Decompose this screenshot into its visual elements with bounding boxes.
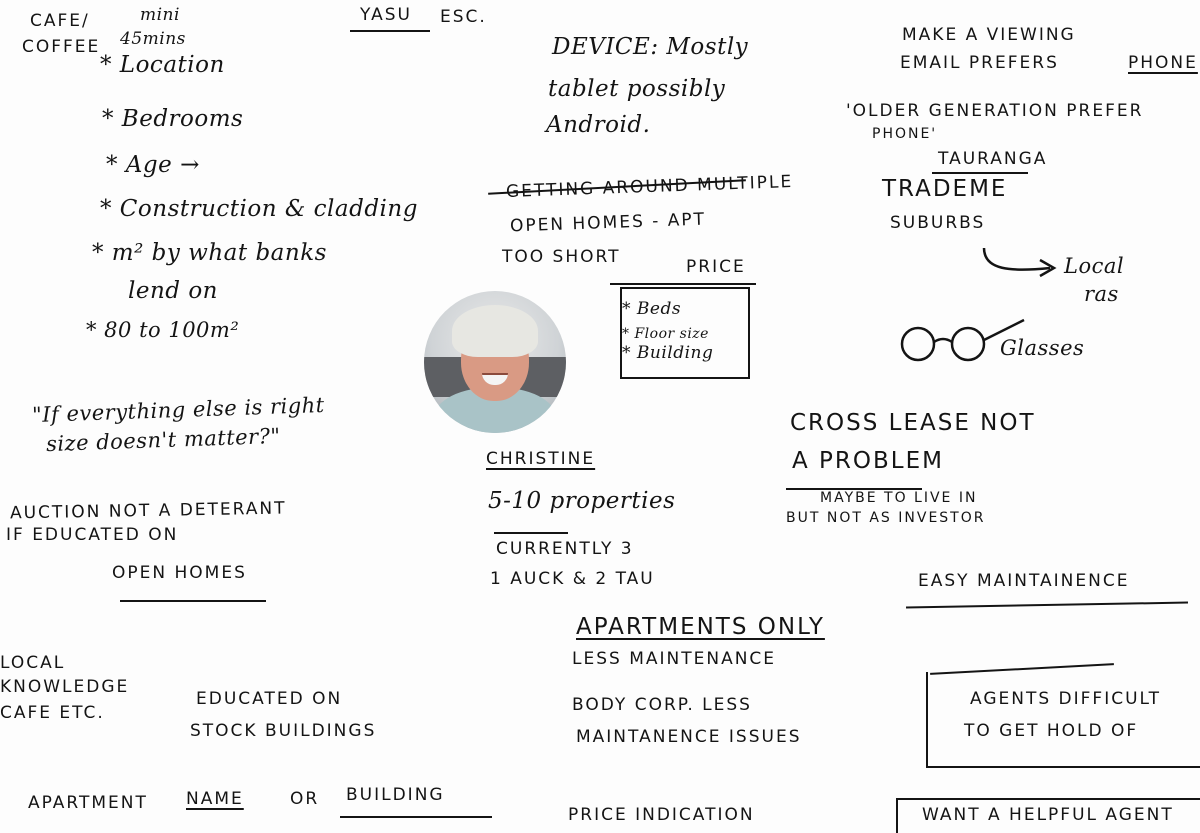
less-maintenance: LESS MAINTENANCE — [572, 649, 777, 669]
photo-hair — [452, 305, 538, 357]
priority-age: * Age → — [106, 152, 200, 178]
note-esc: esc. — [440, 7, 487, 27]
agents-box-top — [930, 663, 1114, 675]
educated-line-2: STOCK BUILDINGS — [190, 721, 377, 741]
whiteboard: CAFE/ mini COFFEE 45mins * Location * Be… — [0, 0, 1200, 833]
body-corp-line-1: BODY CORP. LESS — [572, 695, 752, 715]
note-yasu: YASU — [360, 5, 412, 25]
maybe-line-2: BUT NOT AS INVESTOR — [786, 510, 986, 526]
persona-name: Christine — [486, 449, 596, 469]
device-line-3: Android. — [546, 112, 651, 138]
local-line-2: KNOWLEDGE — [0, 677, 130, 697]
open-homes-label: OPEN HOMES — [112, 563, 247, 583]
note-coffee: COFFEE — [22, 37, 101, 57]
cross-lease-line-2: A PROBLEM — [792, 448, 944, 474]
device-line-2: tablet possibly — [548, 76, 726, 102]
local-line-1: LOCAL — [0, 653, 66, 673]
note-mini: mini — [140, 5, 180, 25]
easy-maintenance: EASY MAINTAINENCE — [918, 571, 1130, 591]
auction-line-1: AUCTION NOT A DETERANT — [9, 498, 287, 524]
easy-maintenance-rule — [906, 601, 1188, 609]
note-cafe: CAFE/ — [30, 11, 90, 31]
price-item-floor-size: * Floor size — [622, 326, 709, 342]
helpful-agent: WANT A HELPFUL AGENT — [922, 805, 1174, 825]
tauranga-rule — [932, 172, 1028, 174]
helpful-agent-rule — [896, 798, 1200, 800]
getting-line-2: OPEN HOMES - APT — [509, 209, 707, 237]
properties-rule — [494, 532, 568, 534]
quote-line-2: size doesn't matter?" — [45, 423, 281, 457]
price-item-building: * Building — [622, 343, 714, 363]
getting-line-3: TOO SHORT — [502, 247, 621, 267]
educated-line-1: EDUCATED ON — [196, 689, 343, 709]
quote-line-1: "If everything else is right — [31, 392, 326, 428]
priority-bedrooms: * Bedrooms — [102, 106, 244, 132]
apartment-name-mid: NAME — [186, 789, 244, 809]
viewing-line-2: EMAIL PREFERS — [900, 53, 1059, 73]
priority-size-range: * 80 to 100m² — [86, 318, 240, 342]
viewing-phone: PHONE — [1128, 53, 1198, 73]
glasses-label: Glasses — [1000, 336, 1085, 360]
device-line-1: DEVICE: Mostly — [552, 34, 749, 60]
agents-line-2: TO GET HOLD OF — [964, 721, 1139, 741]
agents-box-left — [926, 672, 928, 768]
yasu-rule — [350, 30, 430, 32]
viewing-line-1: MAKE A VIEWING — [902, 25, 1076, 45]
apartment-name-rule — [340, 816, 492, 818]
arrow-to-local-icon — [982, 247, 1057, 278]
apartment-name-prefix: APARTMENT — [28, 793, 148, 813]
properties-count: 5-10 properties — [488, 488, 676, 514]
price-item-beds: * Beds — [622, 299, 682, 319]
maybe-line-1: MAYBE TO LIVE IN — [820, 490, 978, 506]
body-corp-line-2: MAINTANENCE ISSUES — [576, 727, 802, 747]
trademe: TRADEME — [882, 176, 1008, 202]
apartment-name-end: BUILDING — [346, 785, 445, 805]
apartments-only: APARTMENTS ONLY — [576, 614, 825, 640]
helpful-agent-edge — [896, 798, 898, 833]
local-ras-1: Local — [1064, 254, 1125, 278]
local-ras-2: ras — [1084, 282, 1119, 306]
currently-owned: CURRENTLY 3 — [496, 539, 634, 559]
tauranga: TAURANGA — [938, 149, 1048, 169]
older-line-1: 'OLDER GENERATION PREFER — [846, 101, 1144, 121]
local-line-3: CAFE ETC. — [0, 703, 105, 723]
agents-box-bottom — [926, 766, 1200, 768]
price-box-title: PRICE — [686, 257, 746, 277]
agents-line-1: AGENTS DIFFICULT — [970, 689, 1162, 709]
open-homes-rule — [120, 600, 266, 602]
priority-lend-on: lend on — [128, 278, 218, 304]
apartment-name-or: OR — [290, 789, 320, 809]
auction-line-2: IF EDUCATED ON — [6, 525, 179, 545]
priority-construction: * Construction & cladding — [100, 196, 418, 222]
priority-m2: * m² by what banks — [92, 240, 327, 266]
auck-tau: 1 AUCK & 2 TAU — [490, 569, 655, 589]
note-45mins: 45mins — [120, 29, 186, 49]
priority-location: * Location — [100, 52, 225, 78]
older-line-2: PHONE' — [872, 126, 938, 142]
suburbs: SUBURBS — [890, 213, 986, 233]
person-photo — [424, 291, 566, 433]
cross-lease-line-1: CROSS LEASE NOT — [790, 410, 1036, 436]
price-title-rule — [610, 283, 756, 285]
price-indication: PRICE INDICATION — [568, 805, 755, 825]
getting-line-1: GETTING AROUND MULTIPLE — [505, 171, 794, 203]
